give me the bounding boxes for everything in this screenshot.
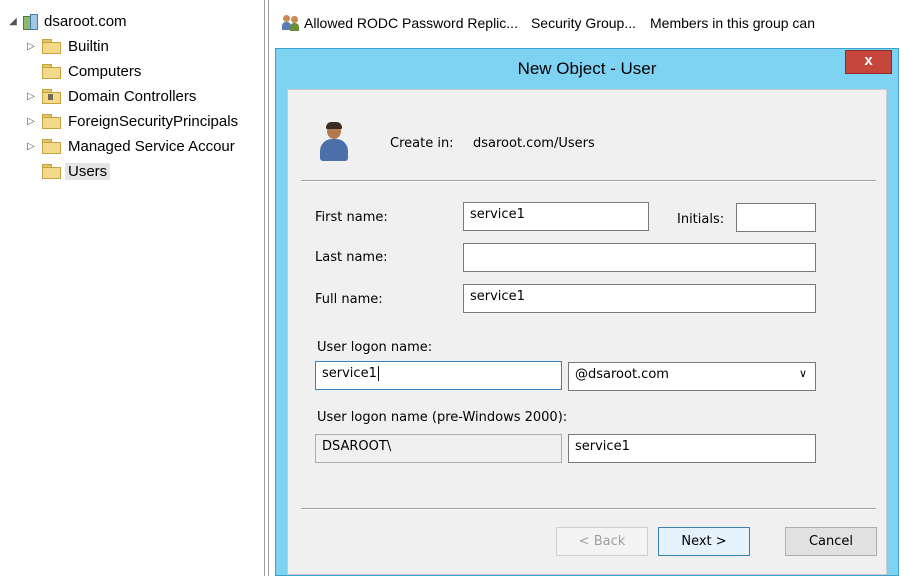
create-in-value: dsaroot.com/Users: [473, 136, 595, 151]
text-caret: [377, 366, 379, 381]
pane-splitter[interactable]: [264, 0, 269, 576]
tree-item-label: Builtin: [68, 37, 109, 55]
initials-field[interactable]: [736, 203, 816, 232]
pre2000-username-field[interactable]: service1: [568, 434, 816, 463]
navigation-tree: ◢ dsaroot.com ▷ Builtin Computers ▷ Doma…: [0, 0, 264, 576]
domain-icon: [22, 13, 38, 30]
folder-icon: [42, 164, 61, 179]
pre2000-domain-field: DSAROOT\: [315, 434, 562, 463]
tree-item-foreign-security-principals[interactable]: ▷ ForeignSecurityPrincipals: [24, 110, 238, 132]
logon-name-value: service1: [322, 366, 377, 381]
cancel-button[interactable]: Cancel: [785, 527, 877, 556]
tree-item-managed-service-accounts[interactable]: ▷ Managed Service Accour: [24, 135, 235, 157]
next-button[interactable]: Next >: [658, 527, 750, 556]
upn-suffix-dropdown[interactable]: @dsaroot.com ∨: [568, 362, 816, 391]
back-button[interactable]: < Back: [556, 527, 648, 556]
tree-item-label: Computers: [68, 62, 142, 80]
first-name-label: First name:: [315, 210, 388, 225]
chevron-down-icon: ∨: [798, 367, 807, 380]
ou-folder-icon: [42, 89, 61, 104]
expand-arrow-icon[interactable]: ▷: [24, 141, 38, 152]
tree-item-label: Managed Service Accour: [68, 137, 235, 155]
separator: [301, 508, 876, 510]
pre2000-label: User logon name (pre-Windows 2000):: [317, 410, 568, 425]
first-name-field[interactable]: service1: [463, 202, 649, 231]
folder-icon: [42, 139, 61, 154]
full-name-field[interactable]: service1: [463, 284, 816, 313]
folder-icon: [42, 114, 61, 129]
security-group-icon: [282, 15, 300, 31]
list-item-type: Security Group...: [530, 15, 637, 31]
tree-item-builtin[interactable]: ▷ Builtin: [24, 35, 109, 57]
expand-arrow-icon[interactable]: ▷: [24, 41, 38, 52]
tree-item-label: Domain Controllers: [68, 87, 197, 105]
folder-icon: [42, 64, 61, 79]
tree-item-domain-controllers[interactable]: ▷ Domain Controllers: [24, 85, 196, 107]
new-user-dialog: New Object - User x Create in: dsaroot.c…: [275, 48, 899, 576]
tree-item-label: Users: [65, 162, 111, 180]
dialog-title: New Object - User: [517, 59, 657, 78]
tree-root-label: dsaroot.com: [44, 12, 127, 30]
list-item-name: Allowed RODC Password Replic...: [304, 15, 518, 31]
collapse-arrow-icon[interactable]: ◢: [6, 16, 20, 27]
expand-arrow-icon[interactable]: ▷: [24, 91, 38, 102]
create-in-label: Create in:: [390, 136, 454, 151]
tree-item-computers[interactable]: Computers: [24, 60, 141, 82]
folder-icon: [42, 39, 61, 54]
expand-arrow-icon[interactable]: ▷: [24, 116, 38, 127]
full-name-label: Full name:: [315, 292, 383, 307]
separator: [301, 180, 876, 182]
list-item-description: Members in this group can: [650, 15, 815, 31]
tree-root-domain[interactable]: ◢ dsaroot.com: [6, 10, 127, 32]
logon-name-label: User logon name:: [317, 340, 433, 355]
initials-label: Initials:: [677, 212, 725, 227]
list-item[interactable]: Allowed RODC Password Replic... Security…: [282, 12, 815, 34]
tree-item-label: ForeignSecurityPrincipals: [68, 112, 239, 130]
dialog-body: Create in: dsaroot.com/Users First name:…: [287, 89, 887, 575]
last-name-field[interactable]: [463, 243, 816, 272]
upn-suffix-value: @dsaroot.com: [575, 367, 669, 382]
tree-item-users[interactable]: Users: [24, 160, 111, 182]
last-name-label: Last name:: [315, 250, 388, 265]
close-button[interactable]: x: [845, 50, 892, 74]
user-icon: [320, 122, 350, 163]
logon-name-field[interactable]: service1: [315, 361, 562, 390]
